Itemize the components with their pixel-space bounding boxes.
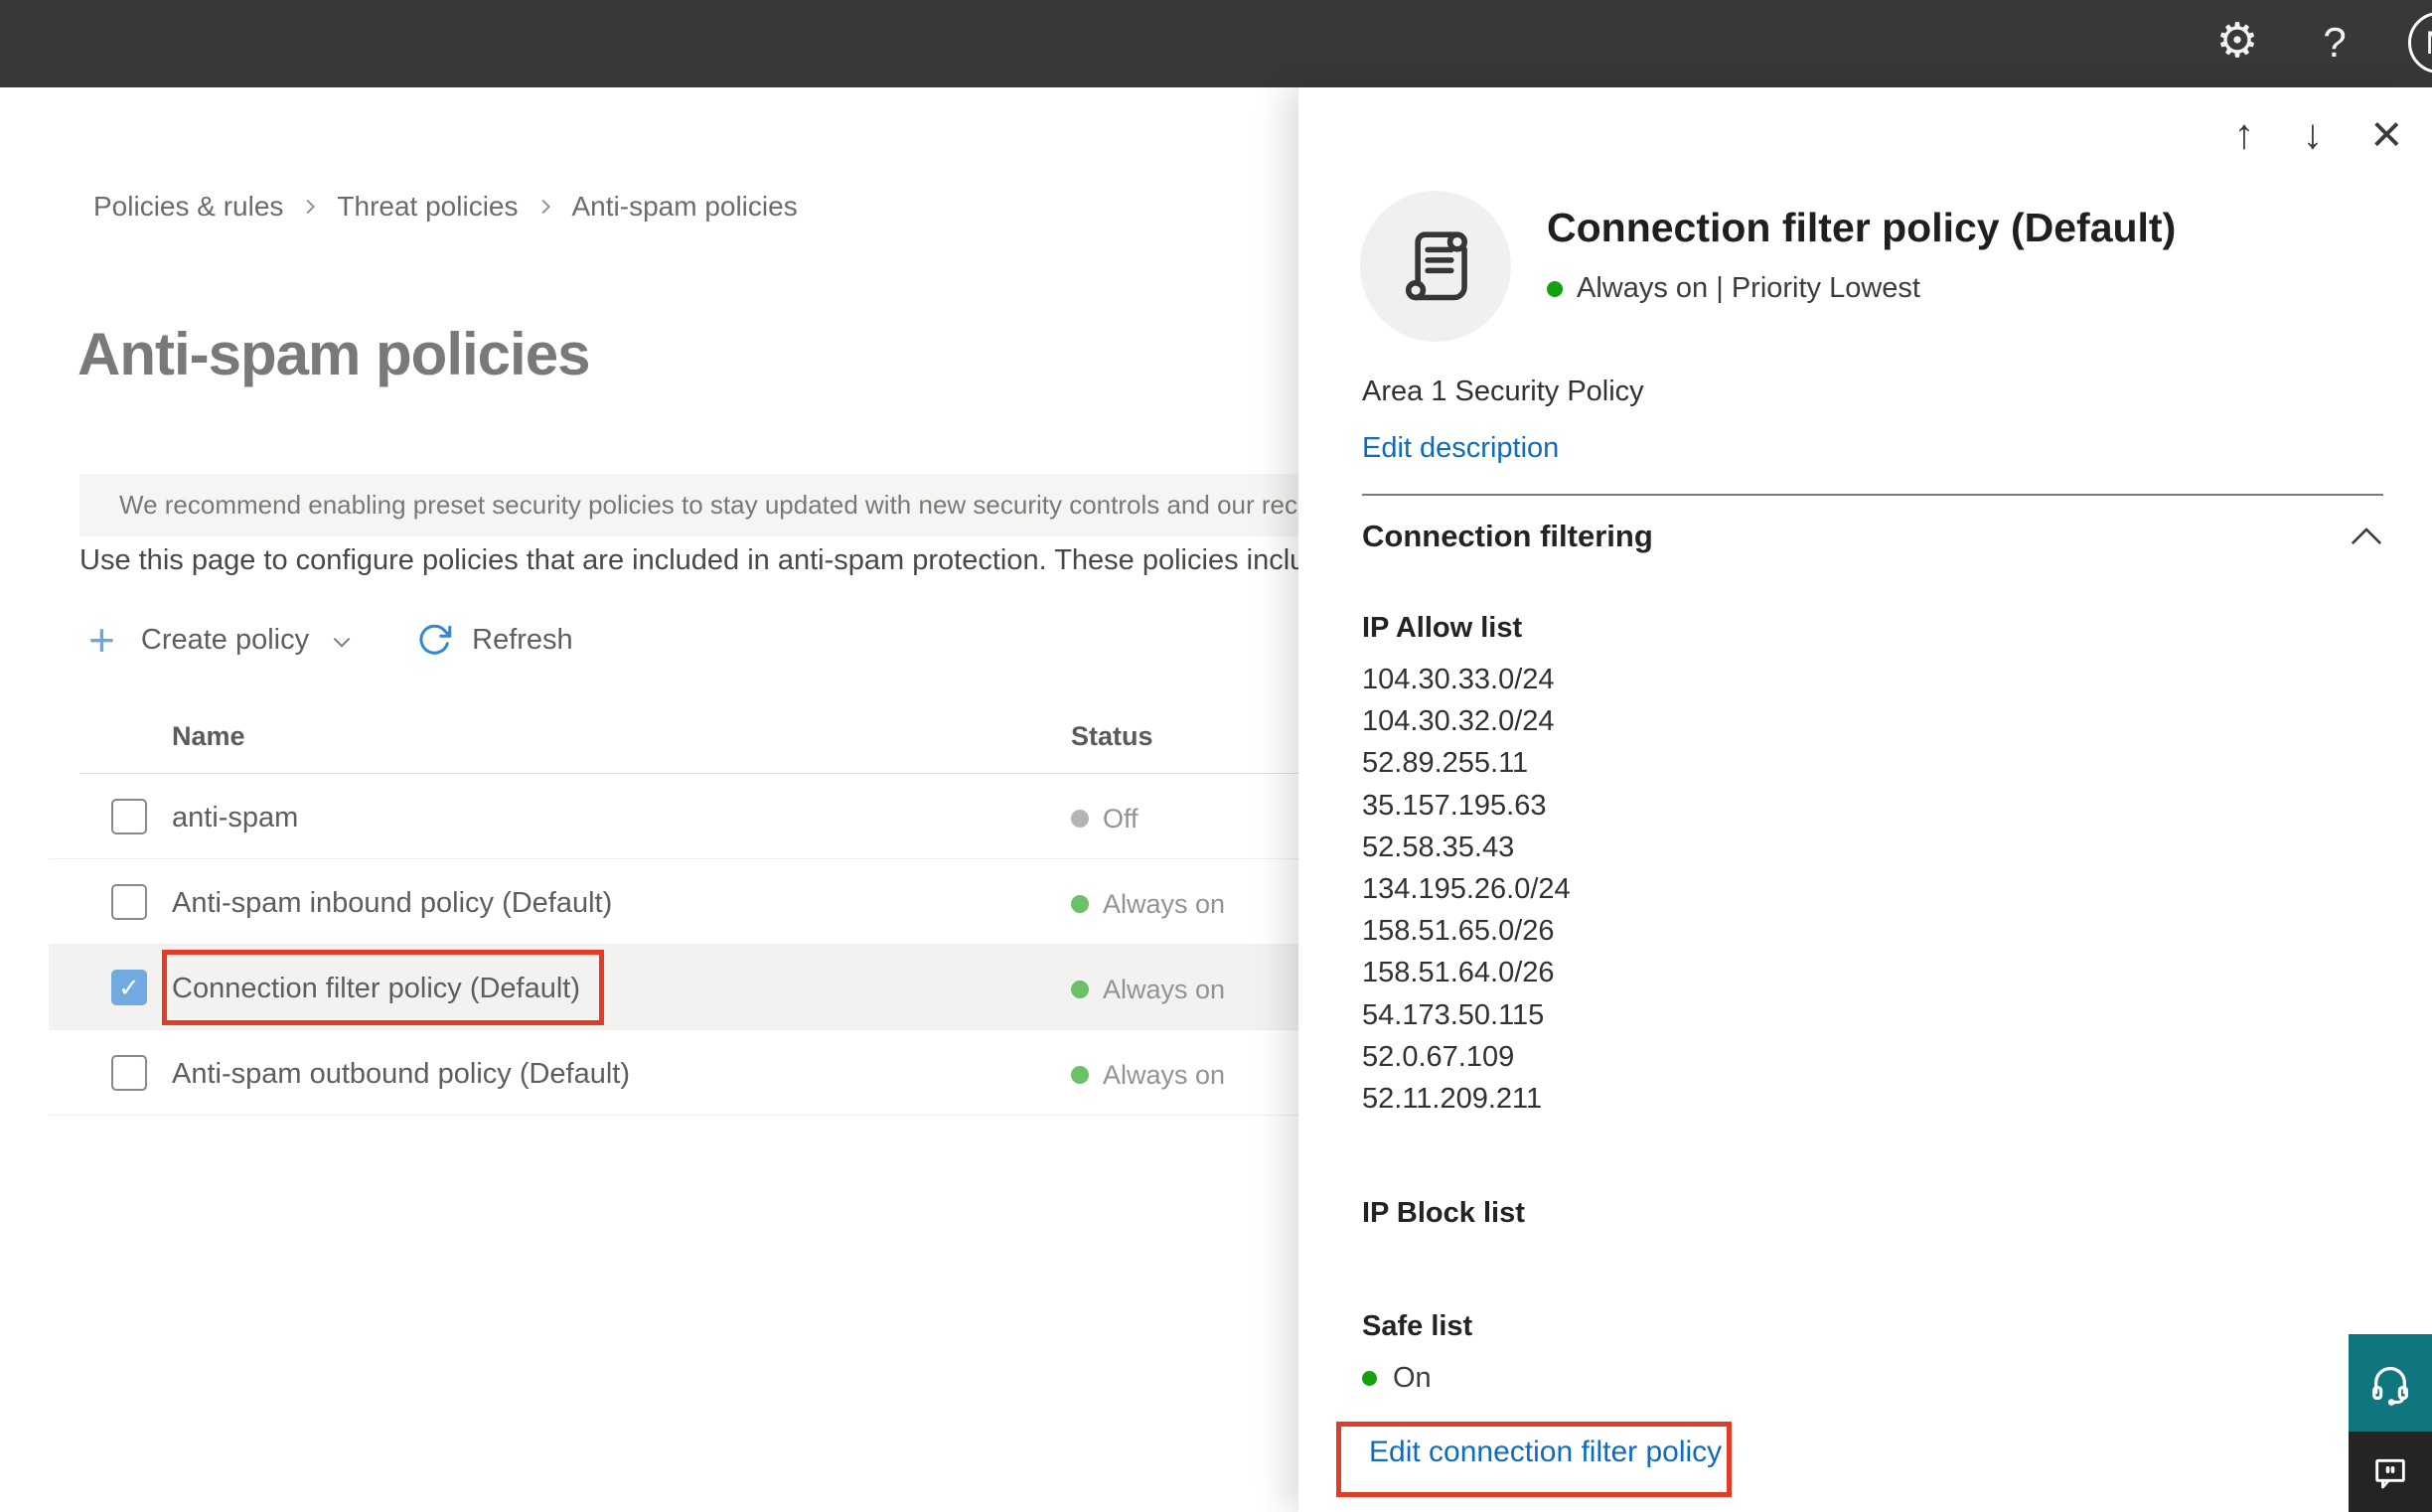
ip-entry: 104.30.33.0/24 <box>1362 664 1555 695</box>
next-item-arrow-down-icon[interactable]: ↓ <box>2302 111 2323 157</box>
policy-description: Area 1 Security Policy <box>1362 376 1644 407</box>
safe-list-title: Safe list <box>1362 1310 1473 1342</box>
ip-block-list-title: IP Block list <box>1362 1197 1525 1229</box>
row-checkbox-checked[interactable]: ✓ <box>111 970 147 1005</box>
ip-entry: 104.30.32.0/24 <box>1362 705 1555 738</box>
edit-description-link[interactable]: Edit description <box>1362 432 1559 465</box>
row-checkbox[interactable] <box>111 1055 147 1091</box>
previous-item-arrow-up-icon[interactable]: ↑ <box>2233 111 2254 157</box>
safe-list-value: On <box>1393 1362 1432 1394</box>
refresh-icon <box>419 624 452 655</box>
page-intro-text: Use this page to configure policies that… <box>79 544 1299 576</box>
feedback-button[interactable] <box>2349 1432 2432 1512</box>
status-label: Off <box>1103 804 1139 833</box>
ip-entry: 52.89.255.11 <box>1362 747 1529 780</box>
policy-name[interactable]: anti-spam <box>172 802 298 834</box>
recommendation-banner: We recommend enabling preset security po… <box>79 474 1299 536</box>
breadcrumb-anti-spam-policies[interactable]: Anti-spam policies <box>572 191 798 223</box>
table-row-selected[interactable]: ✓ Connection filter policy (Default) Alw… <box>49 945 1299 1030</box>
feedback-bubble-icon <box>2375 1458 2405 1488</box>
safe-list-status: On <box>1362 1362 1432 1395</box>
section-title: Connection filtering <box>1362 519 1653 553</box>
policy-scroll-icon-badge <box>1360 191 1511 342</box>
breadcrumb: Policies & rules Threat policies Anti-sp… <box>93 191 798 223</box>
refresh-label: Refresh <box>472 623 573 656</box>
scroll-icon <box>1405 231 1468 301</box>
breadcrumb-policies-rules[interactable]: Policies & rules <box>93 191 283 223</box>
status-label: Always on <box>1103 1060 1226 1090</box>
status-dot-gray <box>1071 810 1089 828</box>
status-label: Always on <box>1103 975 1226 1004</box>
check-icon: ✓ <box>118 972 140 1002</box>
flyout-status-line: Always on | Priority Lowest <box>1547 272 1920 305</box>
status-dot-green <box>1071 1066 1089 1084</box>
table-row[interactable]: Anti-spam inbound policy (Default) Alway… <box>49 859 1299 945</box>
status-dot-green <box>1362 1371 1377 1386</box>
banner-text: We recommend enabling preset security po… <box>119 490 1299 520</box>
section-divider <box>1362 494 2383 496</box>
ip-entry: 134.195.26.0/24 <box>1362 873 1571 906</box>
command-bar: + Create policy Refresh <box>88 614 573 666</box>
ip-allow-list-title: IP Allow list <box>1362 612 1523 644</box>
page-title: Anti-spam policies <box>77 321 590 387</box>
ip-entry: 52.0.67.109 <box>1362 1040 1515 1073</box>
account-avatar[interactable]: M <box>2408 12 2432 74</box>
policy-details-flyout: ↑ ↓ × Connection filter policy (Default)… <box>1298 87 2432 1512</box>
status-label: Always on <box>1103 889 1226 919</box>
ip-entry: 35.157.195.63 <box>1362 789 1547 822</box>
create-policy-label: Create policy <box>140 623 310 656</box>
flyout-controls: ↑ ↓ × <box>2233 107 2402 161</box>
edit-connection-filter-policy-link[interactable]: Edit connection filter policy <box>1369 1436 1722 1469</box>
chevron-right-icon <box>541 199 550 215</box>
row-checkbox[interactable] <box>111 884 147 920</box>
ip-entry: 158.51.64.0/26 <box>1362 957 1555 989</box>
table-row[interactable]: anti-spam Off <box>49 774 1299 859</box>
support-button[interactable] <box>2349 1334 2432 1432</box>
create-policy-button[interactable]: + Create policy <box>88 614 355 666</box>
policy-name[interactable]: Anti-spam inbound policy (Default) <box>172 887 612 920</box>
headset-icon <box>2372 1367 2408 1406</box>
policy-name[interactable]: Anti-spam outbound policy (Default) <box>172 1058 630 1091</box>
close-icon[interactable]: × <box>2370 107 2402 161</box>
chevron-right-icon <box>307 199 316 215</box>
plus-icon: + <box>88 614 115 666</box>
status-dot-green <box>1071 895 1089 913</box>
top-app-bar: ⚙ ? M <box>0 0 2432 87</box>
chevron-up-icon <box>2351 528 2382 544</box>
policy-name[interactable]: Connection filter policy (Default) <box>172 973 580 1005</box>
status-dot-green <box>1547 280 1563 297</box>
ip-entry: 52.11.209.211 <box>1362 1083 1543 1116</box>
column-header-name[interactable]: Name <box>172 721 245 752</box>
row-checkbox[interactable] <box>111 799 147 834</box>
status-priority-text: Always on | Priority Lowest <box>1577 272 1920 304</box>
table-row[interactable]: Anti-spam outbound policy (Default) Alwa… <box>49 1030 1299 1116</box>
status-dot-green <box>1071 981 1089 998</box>
chevron-down-icon <box>333 637 351 648</box>
connection-filtering-section-header[interactable]: Connection filtering <box>1362 519 2383 554</box>
ip-entry: 54.173.50.115 <box>1362 998 1545 1031</box>
ip-allow-list: 104.30.33.0/24 104.30.32.0/24 52.89.255.… <box>1362 659 1571 1120</box>
column-header-status[interactable]: Status <box>1071 721 1153 752</box>
ip-entry: 52.58.35.43 <box>1362 831 1515 863</box>
settings-gear-icon[interactable]: ⚙ <box>2207 12 2267 72</box>
breadcrumb-threat-policies[interactable]: Threat policies <box>337 191 518 223</box>
ip-entry: 158.51.65.0/26 <box>1362 915 1555 948</box>
refresh-button[interactable]: Refresh <box>355 622 573 658</box>
flyout-title: Connection filter policy (Default) <box>1547 205 2177 250</box>
help-icon[interactable]: ? <box>2307 16 2362 70</box>
